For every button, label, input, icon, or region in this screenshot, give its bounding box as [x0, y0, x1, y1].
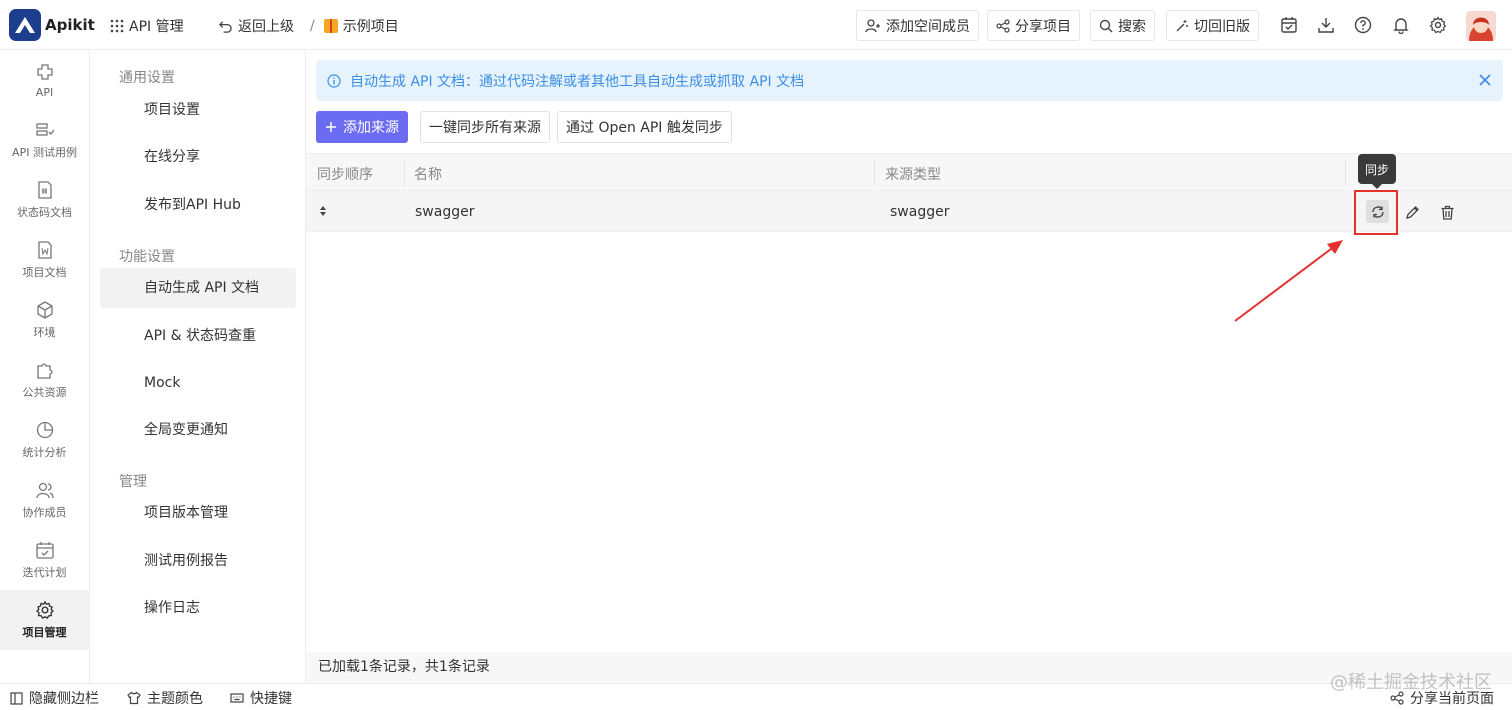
- grid-icon: [110, 19, 124, 33]
- settings-item-project-settings[interactable]: 项目设置: [100, 90, 296, 130]
- sidebar-item-status-code-docs[interactable]: 状态码文档: [0, 170, 89, 230]
- sidebar-toggle-icon: [10, 691, 23, 705]
- project-name[interactable]: 示例项目: [343, 16, 399, 36]
- settings-item-publish-api-hub[interactable]: 发布到API Hub: [100, 185, 296, 225]
- api-icon: [36, 63, 53, 80]
- watermark: @稀土掘金技术社区: [1330, 672, 1492, 693]
- info-icon: [327, 73, 341, 88]
- share-icon: [996, 18, 1010, 33]
- sidebar-item-api-test-cases[interactable]: API 测试用例: [0, 110, 89, 170]
- top-bar: Apikit API 管理 返回上级 / 示例项目 添加空间成员 分享项目 搜索…: [0, 0, 1512, 50]
- settings-item-auto-generate-api-docs[interactable]: 自动生成 API 文档: [100, 268, 296, 308]
- openapi-trigger-sync-button[interactable]: 通过 Open API 触发同步: [557, 111, 732, 143]
- sidebar-item-statistics[interactable]: 统计分析: [0, 410, 89, 470]
- magic-wand-icon: [1176, 19, 1188, 31]
- breadcrumb: / 示例项目: [310, 16, 399, 36]
- pie-chart-icon: [36, 421, 53, 439]
- gear-icon: [35, 600, 54, 619]
- environment-icon: [36, 301, 53, 319]
- settings-item-test-report[interactable]: 测试用例报告: [100, 541, 296, 581]
- sidebar-item-api[interactable]: API: [0, 50, 89, 110]
- column-header-source-type: 来源类型: [885, 167, 941, 183]
- alert-text: 自动生成 API 文档：通过代码注解或者其他工具自动生成或抓取 API 文档: [350, 73, 805, 90]
- bottom-bar: 隐藏侧边栏 主题颜色 快捷键 分享当前页面: [0, 683, 1512, 710]
- edit-icon[interactable]: [1405, 205, 1420, 220]
- gift-icon: [323, 19, 338, 33]
- left-sidebar: API API 测试用例 状态码文档 项目文档 环境 公共资源 统计分析 协作成…: [0, 50, 90, 683]
- add-member-button[interactable]: 添加空间成员: [856, 10, 979, 41]
- members-icon: [35, 482, 54, 499]
- calendar-check-icon[interactable]: [1280, 16, 1298, 34]
- column-header-name: 名称: [414, 167, 442, 183]
- help-icon[interactable]: [1354, 16, 1372, 34]
- back-button[interactable]: 返回上级: [218, 16, 294, 36]
- drag-sort-icon[interactable]: [319, 206, 327, 216]
- sidebar-item-iteration-plan[interactable]: 迭代计划: [0, 530, 89, 590]
- table-row: swagger swagger: [306, 191, 1512, 232]
- column-divider: [404, 160, 405, 186]
- source-type-cell: swagger: [890, 204, 950, 220]
- brand-name: Apikit: [45, 16, 95, 34]
- add-source-button[interactable]: 添加来源: [316, 111, 408, 143]
- api-manage-label: API 管理: [129, 19, 184, 35]
- settings-item-version-management[interactable]: 项目版本管理: [100, 493, 296, 533]
- search-icon: [1099, 19, 1113, 32]
- bell-icon[interactable]: [1392, 16, 1410, 34]
- keyboard-icon: [230, 693, 244, 703]
- sidebar-item-collaborators[interactable]: 协作成员: [0, 470, 89, 530]
- settings-item-dedup-check[interactable]: API & 状态码查重: [100, 316, 296, 356]
- settings-gear-icon[interactable]: [1429, 16, 1447, 34]
- status-code-icon: [37, 181, 52, 199]
- sidebar-item-project-docs[interactable]: 项目文档: [0, 230, 89, 290]
- test-case-icon: [35, 123, 55, 136]
- column-divider: [874, 160, 875, 186]
- puzzle-icon: [36, 363, 53, 379]
- add-user-icon: [865, 18, 880, 32]
- sync-all-sources-button[interactable]: 一键同步所有来源: [420, 111, 550, 143]
- switch-old-version-button[interactable]: 切回旧版: [1166, 10, 1259, 41]
- delete-icon[interactable]: [1440, 205, 1455, 220]
- apikit-logo[interactable]: [9, 9, 41, 41]
- settings-item-online-share[interactable]: 在线分享: [100, 137, 296, 177]
- project-doc-icon: [37, 241, 52, 259]
- undo-icon: [218, 20, 232, 33]
- settings-item-change-notification[interactable]: 全局变更通知: [100, 410, 296, 450]
- column-header-sync-order: 同步顺序: [317, 167, 373, 183]
- download-icon[interactable]: [1317, 16, 1335, 34]
- settings-item-mock[interactable]: Mock: [100, 363, 296, 403]
- settings-item-operation-log[interactable]: 操作日志: [100, 588, 296, 628]
- column-divider: [1345, 160, 1346, 186]
- settings-group-title: 管理: [119, 474, 147, 490]
- settings-menu: 通用设置 项目设置 在线分享 发布到API Hub 功能设置 自动生成 API …: [90, 50, 306, 683]
- theme-color-button[interactable]: 主题颜色: [127, 688, 203, 708]
- user-avatar[interactable]: [1466, 11, 1496, 41]
- annotation-arrow: [1234, 240, 1343, 322]
- shortcuts-button[interactable]: 快捷键: [230, 688, 292, 708]
- highlight-box: [1354, 190, 1398, 235]
- sync-tooltip: 同步: [1358, 154, 1396, 189]
- settings-group-title: 功能设置: [119, 249, 175, 265]
- settings-group-title: 通用设置: [119, 70, 175, 86]
- calendar-icon: [35, 542, 54, 559]
- back-label: 返回上级: [238, 19, 294, 35]
- main-content: 自动生成 API 文档：通过代码注解或者其他工具自动生成或抓取 API 文档 添…: [306, 50, 1512, 683]
- sidebar-item-project-management[interactable]: 项目管理: [0, 590, 89, 650]
- share-project-button[interactable]: 分享项目: [987, 10, 1080, 41]
- shirt-icon: [127, 691, 141, 705]
- search-button[interactable]: 搜索: [1090, 10, 1155, 41]
- sidebar-item-public-resources[interactable]: 公共资源: [0, 350, 89, 410]
- hide-sidebar-button[interactable]: 隐藏侧边栏: [10, 688, 99, 708]
- info-alert: 自动生成 API 文档：通过代码注解或者其他工具自动生成或抓取 API 文档: [316, 60, 1503, 101]
- plus-icon: [326, 122, 336, 132]
- table-header: 同步顺序 名称 来源类型: [306, 153, 1512, 191]
- api-manage-menu[interactable]: API 管理: [110, 16, 184, 36]
- source-name-cell: swagger: [415, 204, 475, 220]
- close-icon[interactable]: [1479, 74, 1491, 86]
- breadcrumb-separator: /: [310, 18, 315, 34]
- sidebar-item-environment[interactable]: 环境: [0, 290, 89, 350]
